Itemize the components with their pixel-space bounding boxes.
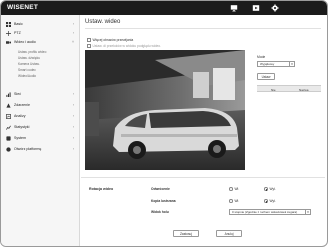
sidebar-item-label: Basic <box>14 22 23 26</box>
mirror-label: Kopia lustrzana <box>151 199 176 203</box>
network-icon <box>5 91 11 97</box>
scroll-images-label: Więcej obrazów przewijania <box>92 38 134 42</box>
chevron-down-icon: ▾ <box>289 62 294 67</box>
area-table-header: Nie Nazwa <box>257 85 321 92</box>
title-divider <box>85 28 321 29</box>
sidebar-item-analytics[interactable]: Analizy › <box>1 112 80 120</box>
brand-logo: WISENET <box>7 4 39 11</box>
radio-dot[interactable] <box>264 187 268 191</box>
sidebar-item-label: Wideo i audio <box>14 40 36 44</box>
chart-icon <box>5 124 11 130</box>
sidebar-item-system[interactable]: System › <box>1 134 80 142</box>
set-button[interactable]: Ustaw <box>257 73 275 80</box>
mirror-on-radio[interactable]: Wł. <box>229 199 239 203</box>
chevron-right-icon: › <box>72 31 74 35</box>
mode-select-value: Wyjątkowy <box>260 62 275 66</box>
sidebar-item-label: Analizy <box>14 114 26 118</box>
chevron-right-icon: › <box>72 22 74 26</box>
preview-overlay-checkbox-row[interactable]: Ustaw. di przełożów w widoku podglądu wi… <box>87 44 161 48</box>
ptz-icon <box>5 30 11 36</box>
grid-icon <box>5 21 11 27</box>
sidebar-item-statistics[interactable]: Statystyki › <box>1 123 80 131</box>
gear-icon[interactable] <box>271 4 279 12</box>
page-title: Ustaw. wideo <box>85 19 121 25</box>
sidebar-item-label: Otwórz platformę <box>14 147 42 151</box>
camera-feed-image <box>85 50 245 170</box>
chevron-right-icon: › <box>72 136 74 140</box>
play-icon[interactable] <box>252 4 260 12</box>
sidebar-item-label: PTZ <box>14 31 21 35</box>
sidebar-item-label: Statystyki <box>14 125 30 129</box>
chevron-right-icon: › <box>72 125 74 129</box>
scroll-images-checkbox-row[interactable]: Więcej obrazów przewijania <box>87 38 133 42</box>
col-name: Nazwa <box>299 87 309 92</box>
preview-overlay-label: Ustaw. di przełożów w widoku podglądu wi… <box>92 44 162 48</box>
top-bar: WISENET <box>1 1 327 15</box>
sidebar-item-label: Sieć <box>14 92 21 96</box>
apply-button[interactable]: Zastosuj <box>173 230 199 237</box>
sidebar-item-label: Zdarzenie <box>14 103 30 107</box>
scroll-images-checkbox[interactable] <box>87 38 91 42</box>
analytics-icon <box>5 113 11 119</box>
mirror-off-radio[interactable]: Wył. <box>264 199 276 203</box>
sidebar-item-video-audio[interactable]: Wideo i audio ˅ <box>1 38 80 46</box>
video-preview[interactable] <box>85 50 245 170</box>
app-window: WISENET Basic › PTZ › Wideo i audio ˅ Us… <box>0 0 328 247</box>
mode-label: Mode <box>257 55 266 59</box>
sidebar: Basic › PTZ › Wideo i audio ˅ Ustaw. pro… <box>1 15 80 246</box>
rotation-section-title: Rotacja wideo <box>89 187 114 191</box>
cancel-button[interactable]: Anuluj <box>216 230 242 237</box>
chevron-right-icon: › <box>72 114 74 118</box>
sidebar-item-basic[interactable]: Basic › <box>1 20 80 28</box>
video-icon <box>5 39 11 45</box>
preview-overlay-checkbox[interactable] <box>87 44 91 48</box>
hallway-select-value: 0 stopnie (Zgodnie z ruchem wskazówek ze… <box>232 210 298 214</box>
chevron-right-icon: › <box>72 103 74 107</box>
event-icon <box>5 102 11 108</box>
hallway-view-select[interactable]: 0 stopnie (Zgodnie z ruchem wskazówek ze… <box>229 209 311 215</box>
chevron-down-icon: ▾ <box>305 210 310 215</box>
sidebar-item-event[interactable]: Zdarzenie › <box>1 101 80 109</box>
chevron-down-icon: ˅ <box>71 40 74 44</box>
monitor-icon[interactable] <box>230 4 238 12</box>
sidebar-item-network[interactable]: Sieć › <box>1 90 80 98</box>
chevron-right-icon: › <box>72 92 74 96</box>
radio-dot[interactable] <box>229 199 233 203</box>
col-no: Nie <box>271 87 276 92</box>
sidebar-subitem[interactable]: Wideo/Audio <box>18 73 36 79</box>
radio-dot[interactable] <box>264 199 268 203</box>
flip-label: Odwrócenie <box>151 187 170 191</box>
system-icon <box>5 135 11 141</box>
sidebar-item-ptz[interactable]: PTZ › <box>1 29 80 37</box>
hallway-label: Widok holu <box>151 210 169 214</box>
flip-off-radio[interactable]: Wył. <box>264 187 276 191</box>
flip-on-radio[interactable]: Wł. <box>229 187 239 191</box>
chevron-right-icon: › <box>72 147 74 151</box>
sidebar-item-open-platform[interactable]: Otwórz platformę › <box>1 145 80 153</box>
platform-icon <box>5 146 11 152</box>
radio-dot[interactable] <box>229 187 233 191</box>
mode-select[interactable]: Wyjątkowy ▾ <box>257 61 295 67</box>
sidebar-item-label: System <box>14 136 26 140</box>
section-divider <box>81 177 325 178</box>
